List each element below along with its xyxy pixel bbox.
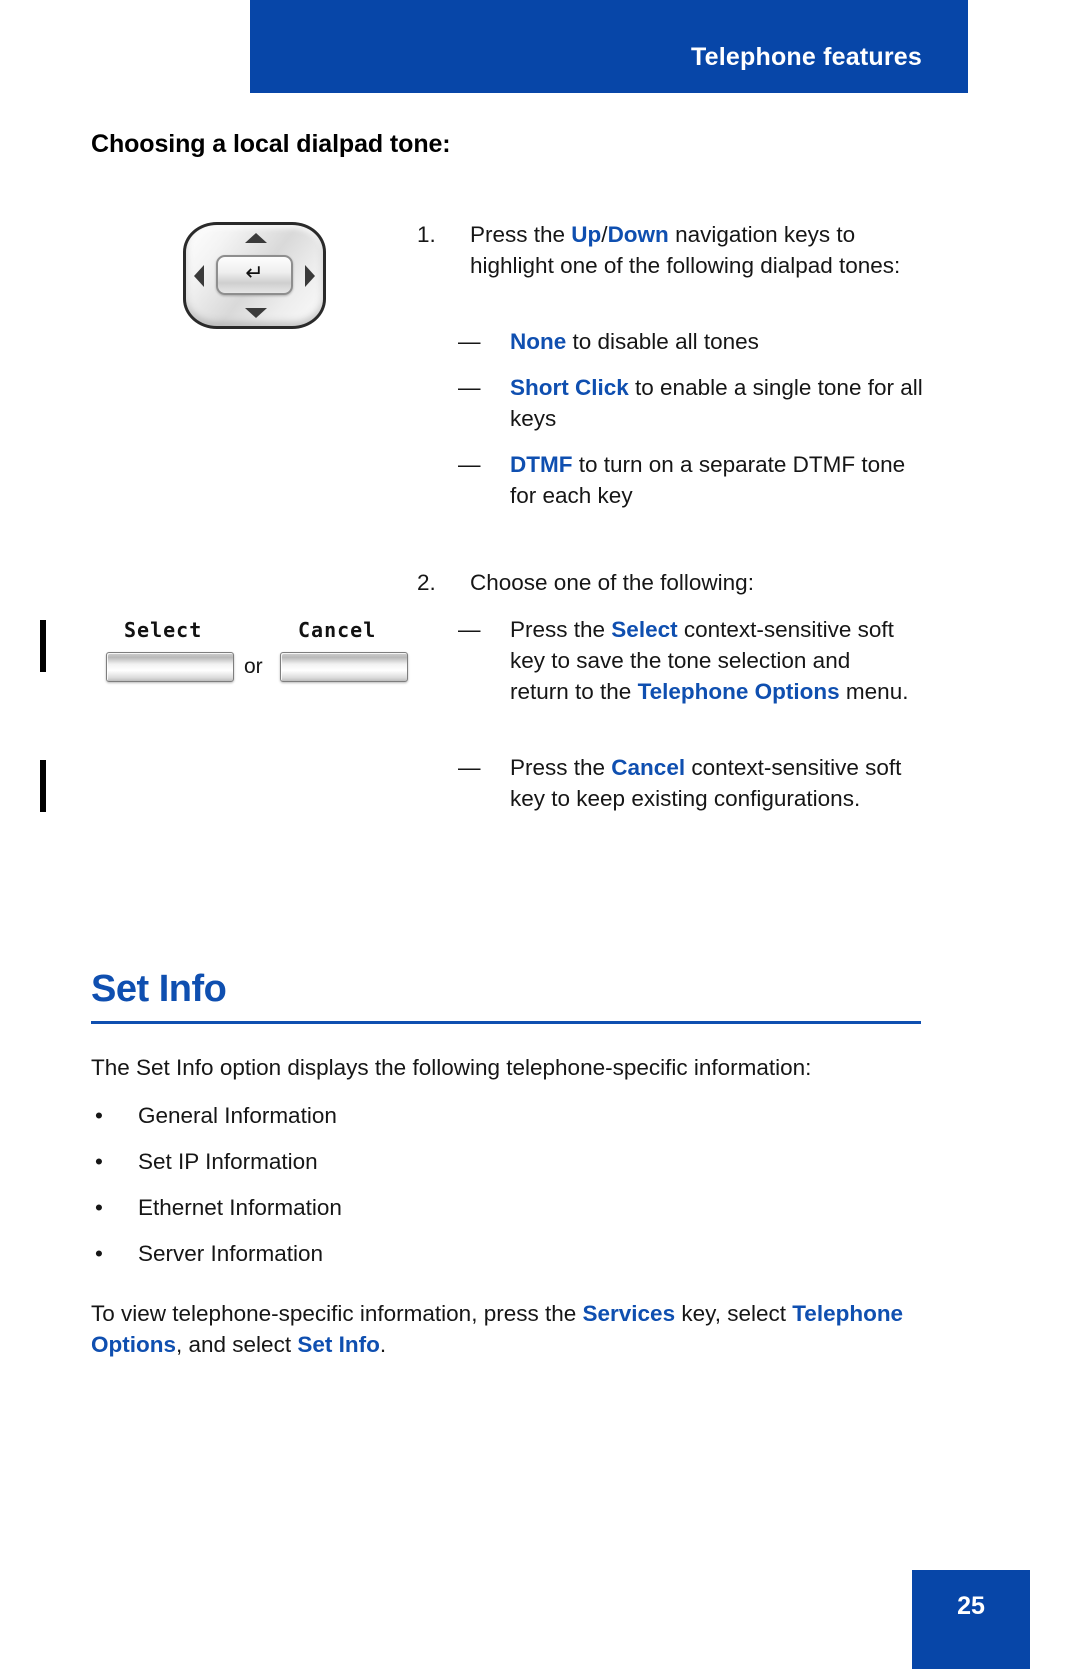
section-intro-paragraph: The Set Info option displays the followi…	[91, 1055, 812, 1080]
dash-icon: —	[458, 755, 481, 780]
enter-arrow-icon: ↵	[245, 261, 264, 286]
term-dtmf: DTMF	[510, 452, 573, 477]
arrow-right-icon	[305, 265, 315, 287]
term-telephone-options: Telephone Options	[637, 679, 840, 704]
term-down: Down	[607, 222, 669, 247]
or-separator-label: or	[244, 655, 263, 678]
closing-part-2: key, select	[675, 1301, 793, 1326]
bullet-icon: •	[95, 1103, 103, 1128]
dash-icon: —	[458, 452, 481, 477]
softkey-select-label: Select	[124, 618, 203, 642]
list-item: • Set IP Information	[91, 1146, 791, 1192]
term-set-info: Set Info	[297, 1332, 380, 1357]
page-header-band: Telephone features	[250, 0, 968, 93]
softkey-illustration: Select or Cancel	[100, 615, 420, 695]
term-cancel: Cancel	[611, 755, 686, 780]
term-select: Select	[611, 617, 678, 642]
tone-option-short-click: — Short Click to enable a single tone fo…	[458, 372, 928, 434]
bullet-icon: •	[95, 1195, 103, 1220]
term-short-click: Short Click	[510, 375, 629, 400]
page-number: 25	[957, 1592, 985, 1620]
softkey-cancel-label: Cancel	[298, 618, 377, 642]
term-up: Up	[571, 222, 602, 247]
dash-icon: —	[458, 375, 481, 400]
list-item-label: Set IP Information	[138, 1149, 318, 1174]
select-action-lead: Press the	[510, 617, 612, 642]
step-1-number: 1.	[417, 222, 436, 247]
footer-page-number-box: 25	[912, 1570, 1030, 1669]
navigation-key-illustration: ↵	[183, 222, 326, 329]
softkey-action-cancel-text: Press the Cancel context-sensitive soft …	[510, 752, 913, 814]
step-1: 1. Press the Up/Down navigation keys to …	[417, 219, 917, 281]
list-item-label: Server Information	[138, 1241, 324, 1266]
list-item: • General Information	[91, 1100, 791, 1146]
arrow-down-icon	[245, 308, 267, 318]
arrow-up-icon	[245, 233, 267, 243]
section-heading-rule	[91, 1021, 921, 1024]
bullet-icon: •	[95, 1241, 103, 1266]
tone-option-dtmf: — DTMF to turn on a separate DTMF tone f…	[458, 449, 928, 511]
change-bar-upper	[40, 620, 46, 672]
step-1-text-before: Press the	[470, 222, 572, 247]
section-heading-set-info: Set Info	[91, 968, 227, 1010]
list-item-label: General Information	[138, 1103, 337, 1128]
softkey-action-select-text: Press the Select context-sensitive soft …	[510, 614, 913, 707]
closing-paragraph: To view telephone-specific information, …	[91, 1298, 971, 1360]
tone-option-dtmf-text: DTMF to turn on a separate DTMF tone for…	[510, 449, 928, 511]
tone-option-none: — None to disable all tones	[458, 326, 928, 357]
list-item: • Ethernet Information	[91, 1192, 791, 1238]
softkey-select-button	[106, 652, 234, 682]
enter-key: ↵	[216, 255, 293, 295]
closing-part-4: .	[379, 1332, 387, 1357]
softkey-cancel-button	[280, 652, 408, 682]
term-services: Services	[582, 1301, 676, 1326]
page-title: Choosing a local dialpad tone:	[91, 130, 451, 158]
header-title: Telephone features	[691, 43, 922, 71]
change-bar-lower	[40, 760, 46, 812]
tone-option-short-click-text: Short Click to enable a single tone for …	[510, 372, 928, 434]
tone-option-none-text: None to disable all tones	[510, 326, 928, 357]
list-item: • Server Information	[91, 1238, 791, 1284]
closing-part-3: , and select	[176, 1332, 298, 1357]
step-2-text: Choose one of the following:	[470, 570, 754, 595]
dash-icon: —	[458, 329, 481, 354]
bullet-icon: •	[95, 1149, 103, 1174]
step-2-number: 2.	[417, 570, 436, 595]
dash-icon: —	[458, 617, 481, 642]
arrow-left-icon	[194, 265, 204, 287]
list-item-label: Ethernet Information	[138, 1195, 342, 1220]
tone-option-none-desc: to disable all tones	[566, 329, 759, 354]
term-none: None	[510, 329, 567, 354]
softkey-action-select: — Press the Select context-sensitive sof…	[458, 614, 913, 707]
step-2: 2. Choose one of the following:	[417, 567, 917, 598]
cancel-action-lead: Press the	[510, 755, 612, 780]
closing-part-1: To view telephone-specific information, …	[91, 1301, 583, 1326]
select-action-tail: menu.	[839, 679, 909, 704]
step-1-text: Press the Up/Down navigation keys to hig…	[470, 219, 917, 281]
softkey-action-cancel: — Press the Cancel context-sensitive sof…	[458, 752, 913, 814]
set-info-bullet-list: • General Information • Set IP Informati…	[91, 1100, 791, 1284]
